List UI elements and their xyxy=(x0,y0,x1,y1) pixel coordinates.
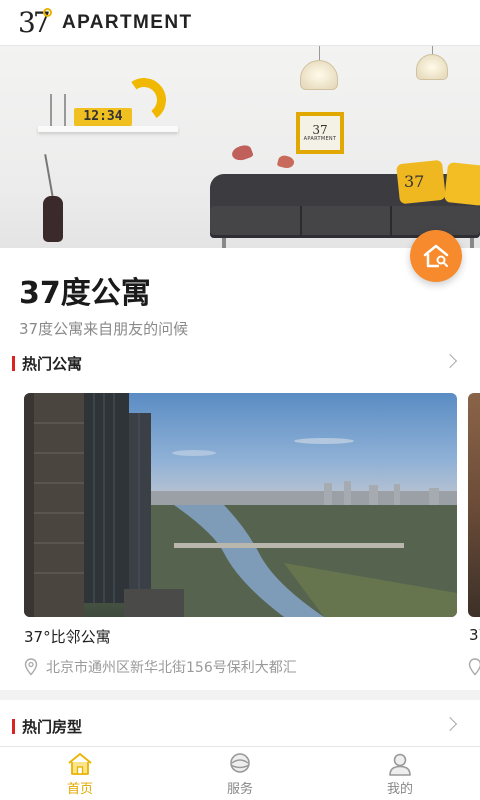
home-search-icon xyxy=(423,244,449,268)
home-icon xyxy=(68,753,92,775)
nav-home[interactable]: 首页 xyxy=(0,747,160,800)
chevron-right-icon[interactable] xyxy=(442,716,458,732)
nav-home-label: 首页 xyxy=(66,782,93,797)
nav-service[interactable]: 服务 xyxy=(160,747,320,800)
section-divider xyxy=(0,690,480,700)
chevron-right-icon[interactable] xyxy=(442,353,458,369)
location-pin-icon xyxy=(24,658,38,676)
wall-frame: 37 APARTMENT xyxy=(296,112,344,154)
sofa-seam xyxy=(390,206,392,236)
frame-mark: 37 xyxy=(312,123,328,137)
decor-clock: 12:34 xyxy=(74,108,132,126)
sofa-leg xyxy=(470,238,474,248)
sofa-seam xyxy=(300,206,302,236)
section-title: 热门公寓 xyxy=(22,354,83,373)
decor-butterfly xyxy=(230,143,254,163)
pillow-mark: 37 xyxy=(404,172,425,191)
decor-vase xyxy=(43,196,63,242)
logo-degree-ring xyxy=(43,7,52,17)
apartment-name[interactable]: 37° xyxy=(469,626,480,644)
sofa-pillow xyxy=(444,162,480,206)
location-pin-icon xyxy=(468,658,480,676)
apartment-name[interactable]: 37°比邻公寓 xyxy=(24,626,111,647)
decor-butterfly xyxy=(276,154,296,170)
home-search-button[interactable] xyxy=(410,230,462,282)
pendant-lamp xyxy=(300,60,338,90)
bottom-nav: 首页 服务 我的 xyxy=(0,746,480,800)
brand-name: APARTMENT xyxy=(62,11,193,33)
sofa-leg xyxy=(222,238,226,248)
nav-mine-label: 我的 xyxy=(386,782,413,797)
nav-mine[interactable]: 我的 xyxy=(320,747,480,800)
wall-shelf xyxy=(38,126,178,132)
address-text: 北京市通州区新华北街156号保利大都汇 xyxy=(46,660,297,676)
nav-service-label: 服务 xyxy=(226,782,253,797)
app-header: 37 APARTMENT xyxy=(0,0,480,46)
frame-text: APARTMENT xyxy=(303,136,337,142)
decor-branch xyxy=(44,154,54,198)
hot-room-types-header[interactable]: 热门房型 xyxy=(0,713,480,739)
service-icon xyxy=(230,753,250,773)
section-title: 热门房型 xyxy=(22,717,83,736)
decor-figure xyxy=(50,94,66,126)
apartment-card-image[interactable] xyxy=(24,393,457,617)
pendant-lamp xyxy=(416,54,448,80)
user-icon xyxy=(389,753,411,776)
hero-banner[interactable]: 12:34 37 APARTMENT 37 xyxy=(0,46,480,248)
apartment-address: 北京市通州区新华北街156号保利大都汇 xyxy=(24,657,297,677)
hot-apartments-header[interactable]: 热门公寓 xyxy=(0,350,480,376)
apartment-card-image[interactable] xyxy=(468,393,480,617)
section-marker xyxy=(12,718,15,734)
apartment-photo xyxy=(24,393,457,617)
page-subtitle: 37度公寓来自朋友的问候 xyxy=(19,320,189,338)
logo-icon: 37 xyxy=(18,7,52,38)
page-title: 37度公寓 xyxy=(19,276,151,311)
section-marker xyxy=(12,355,15,371)
